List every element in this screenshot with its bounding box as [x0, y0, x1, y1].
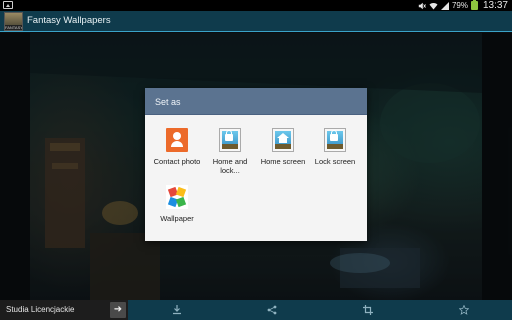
- app-logo-label: FANTASY: [5, 25, 22, 30]
- favorite-button[interactable]: [444, 300, 484, 320]
- option-home-screen[interactable]: Home screen: [257, 128, 309, 166]
- star-icon: [459, 305, 469, 315]
- app-logo-icon[interactable]: FANTASY: [4, 12, 23, 31]
- option-lock-screen[interactable]: Lock screen: [309, 128, 361, 166]
- lock-screen-icon: [324, 128, 346, 152]
- wifi-icon: [429, 2, 438, 10]
- option-contact-photo[interactable]: Contact photo: [151, 128, 203, 166]
- download-icon: [173, 305, 181, 315]
- arrow-right-icon[interactable]: ➜: [110, 302, 126, 318]
- option-wallpaper[interactable]: Wallpaper: [151, 185, 203, 223]
- ad-banner[interactable]: Studia Licencjackie ➜: [0, 300, 128, 320]
- download-button[interactable]: [157, 300, 197, 320]
- dialog-title: Set as: [155, 97, 181, 107]
- wallpaper-icon: [166, 185, 188, 209]
- home-screen-icon: [272, 128, 294, 152]
- share-icon: [267, 305, 277, 315]
- app-bar: FANTASY Fantasy Wallpapers: [0, 11, 512, 32]
- screen: 79% 13:37 FANTASY Fantasy Wallpapers Set…: [0, 0, 512, 320]
- image-icon: [3, 1, 13, 9]
- home-and-lock-icon: [219, 128, 241, 152]
- status-bar: 79% 13:37: [0, 0, 512, 11]
- option-label: Home and lock...: [212, 157, 248, 175]
- signal-icon: [440, 1, 449, 10]
- ad-banner-text: Studia Licencjackie: [6, 305, 75, 314]
- crop-button[interactable]: [348, 300, 388, 320]
- app-title: Fantasy Wallpapers: [27, 15, 111, 26]
- set-as-dialog: Set as Contact photo Home and lock... Ho…: [145, 88, 367, 241]
- clock: 13:37: [482, 0, 508, 11]
- share-button[interactable]: [252, 300, 292, 320]
- battery-percent: 79%: [451, 1, 468, 10]
- contact-photo-icon: [166, 128, 188, 152]
- option-label: Home screen: [260, 157, 306, 166]
- crop-icon: [363, 305, 373, 315]
- option-label: Wallpaper: [160, 214, 194, 223]
- option-label: Contact photo: [153, 157, 201, 166]
- battery-icon: [470, 0, 478, 10]
- option-home-and-lock[interactable]: Home and lock...: [204, 128, 256, 175]
- bottom-action-bar: Studia Licencjackie ➜: [0, 300, 512, 320]
- option-label: Lock screen: [314, 157, 356, 166]
- mute-icon: [418, 2, 426, 9]
